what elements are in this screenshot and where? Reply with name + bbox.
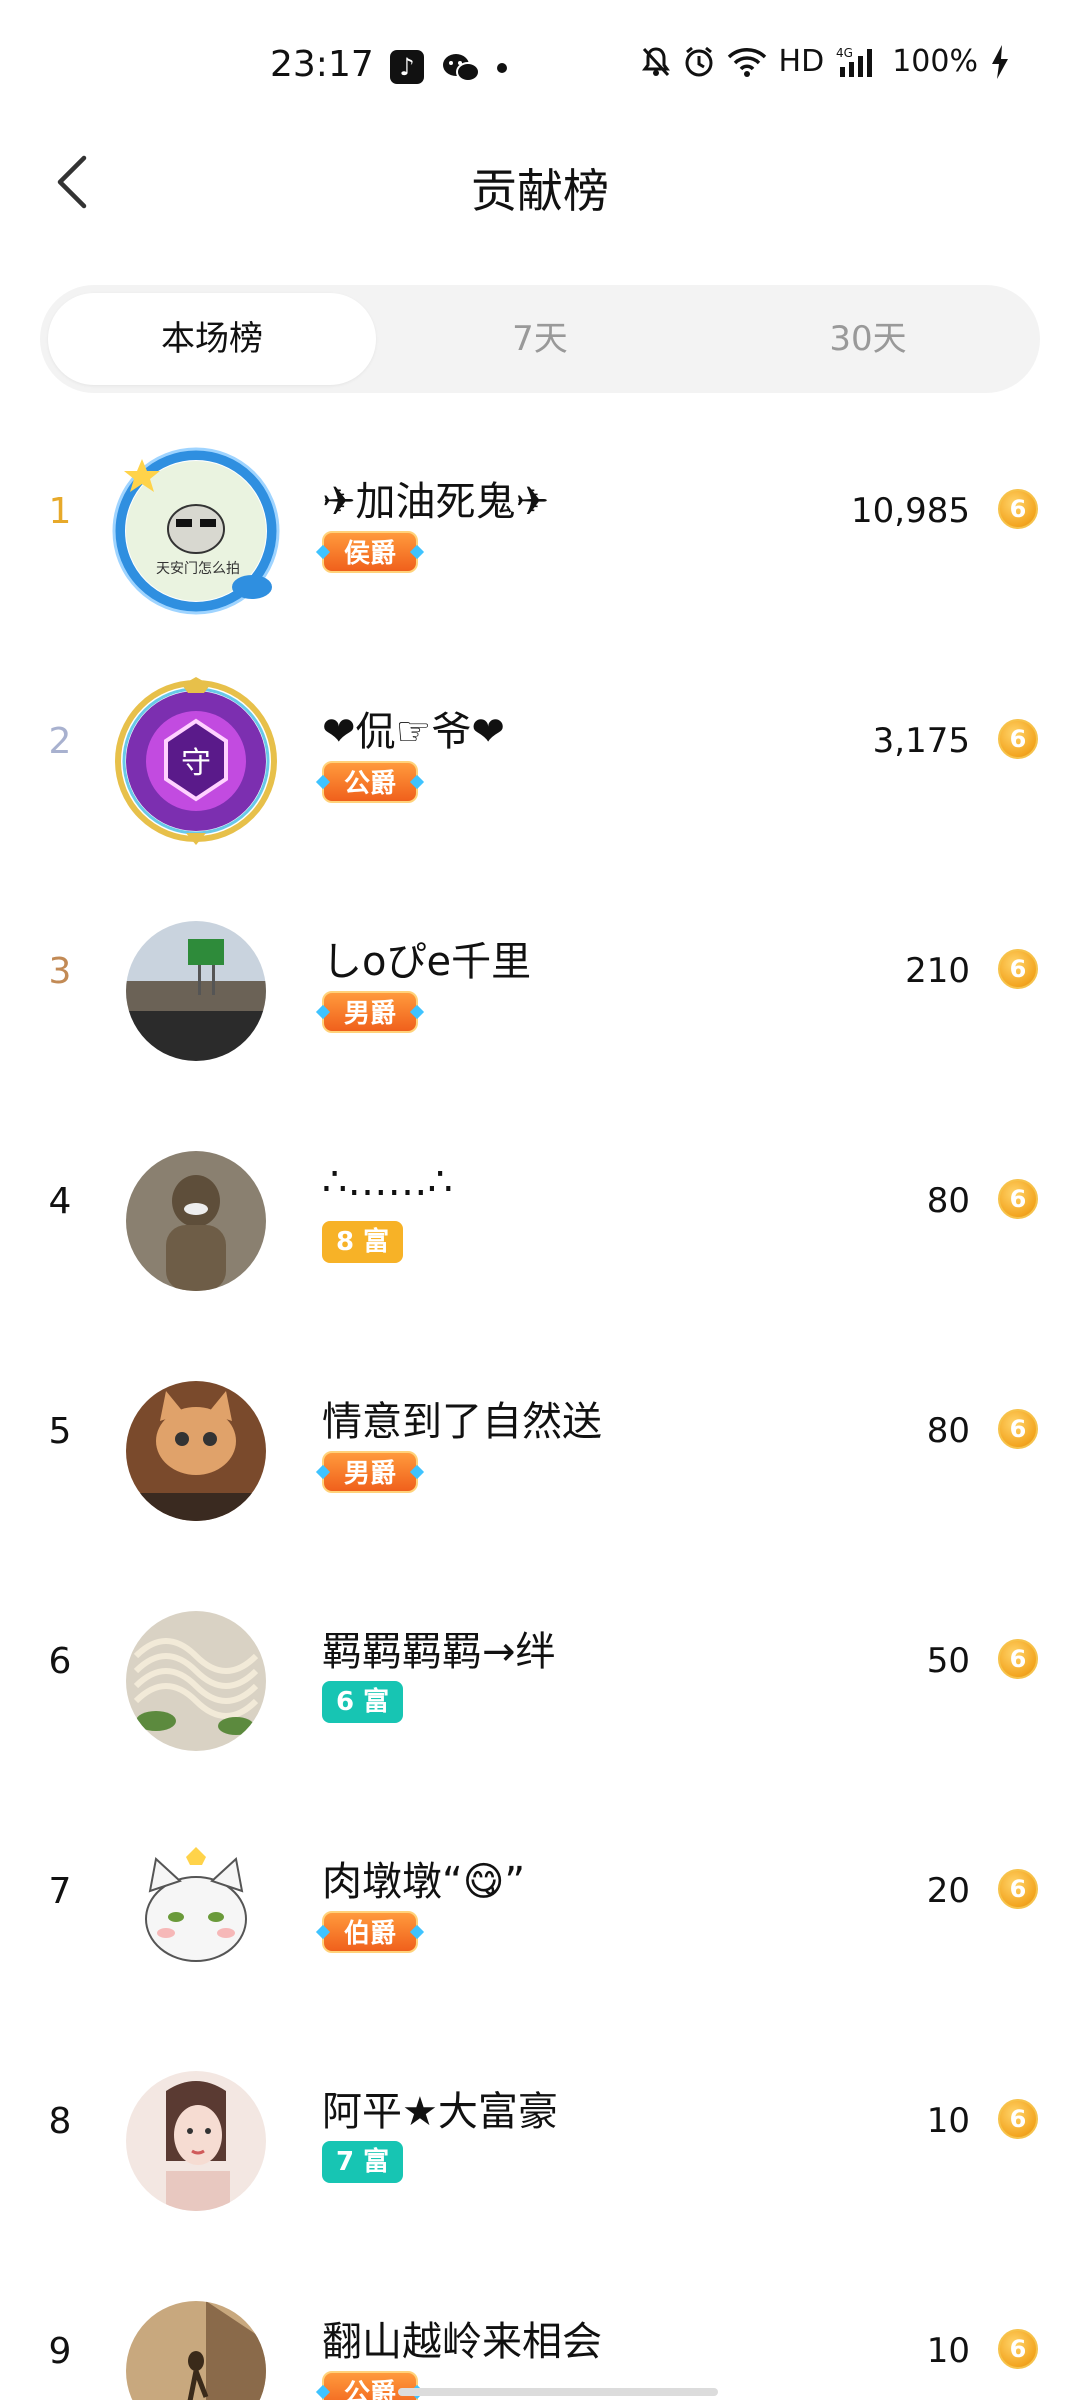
ranking-row[interactable]: 3 しoぴe千里 男爵 210 6 (0, 871, 1080, 1071)
contribution-score: 80 (926, 1411, 970, 1451)
status-right-group: HD 4G 100% (641, 44, 1010, 79)
status-bar: 23:17 ♪ HD 4G 100% (0, 0, 1080, 130)
mute-icon (641, 46, 671, 78)
ranking-row[interactable]: 6 羁羁羁羁→绊 6 富 50 6 (0, 1561, 1080, 1761)
noble-badge: 侯爵 (322, 531, 419, 573)
user-name: ∴……∴ (322, 1159, 453, 1205)
wechat-icon (442, 52, 480, 86)
notification-dot-icon (497, 63, 507, 73)
contribution-score: 80 (926, 1181, 970, 1221)
ranking-row[interactable]: 1 天安门怎么拍 ✈加油死鬼✈ 侯爵 10,985 6 (0, 411, 1080, 615)
avatar[interactable] (126, 1381, 266, 1521)
user-name: 情意到了自然送 (322, 1399, 602, 1445)
user-name: ❤侃☞爷❤ (322, 709, 505, 755)
rank-number: 5 (48, 1411, 72, 1452)
rank-number: 4 (48, 1181, 72, 1222)
tiktok-icon: ♪ (390, 50, 424, 84)
wealth-level-badge: 6 富 (322, 1681, 404, 1723)
period-tabs: 本场榜 7天 30天 (40, 285, 1040, 393)
coin-icon: 6 (998, 489, 1038, 529)
noble-badge: 男爵 (322, 991, 419, 1033)
ranking-row[interactable]: 5 情意到了自然送 男爵 80 6 (0, 1331, 1080, 1531)
tab-this-session[interactable]: 本场榜 (48, 293, 376, 385)
user-name: 羁羁羁羁→绊 (322, 1629, 556, 1675)
coin-icon: 6 (998, 949, 1038, 989)
avatar[interactable] (126, 1611, 266, 1751)
wifi-icon (727, 47, 767, 77)
contribution-score: 10,985 (851, 491, 970, 531)
contribution-score: 3,175 (872, 721, 970, 761)
user-name: しoぴe千里 (322, 939, 532, 985)
user-name: 阿平★大富豪 (322, 2089, 558, 2135)
avatar[interactable] (126, 1151, 266, 1291)
ranking-row[interactable]: 2 守 ❤侃☞爷❤ 公爵 3,175 6 (0, 641, 1080, 845)
avatar[interactable] (126, 1841, 266, 1981)
user-name: ✈加油死鬼✈ (322, 479, 550, 525)
avatar[interactable] (126, 921, 266, 1061)
avatar-frame (112, 447, 280, 615)
ranking-row[interactable]: 7 肉墩墩“😋” 伯爵 20 6 (0, 1791, 1080, 1991)
contribution-score: 20 (926, 1871, 970, 1911)
contribution-score: 10 (926, 2101, 970, 2141)
signal-icon: 4G (836, 45, 880, 79)
alarm-icon (683, 46, 715, 78)
rank-number: 2 (48, 721, 72, 762)
contribution-score: 10 (926, 2331, 970, 2371)
rank-number: 8 (48, 2101, 72, 2142)
home-indicator[interactable] (398, 2388, 718, 2396)
noble-badge: 男爵 (322, 1451, 419, 1493)
avatar[interactable] (126, 2301, 266, 2400)
rank-number: 3 (48, 951, 72, 992)
coin-icon: 6 (998, 2329, 1038, 2369)
hd-label: HD (778, 44, 825, 79)
coin-icon: 6 (998, 2099, 1038, 2139)
tab-7-days[interactable]: 7天 (376, 293, 704, 385)
status-time: 23:17 (270, 44, 374, 85)
contribution-score: 50 (926, 1641, 970, 1681)
page-title: 贡献榜 (471, 164, 609, 218)
coin-icon: 6 (998, 1409, 1038, 1449)
coin-icon: 6 (998, 719, 1038, 759)
ranking-row[interactable]: 9 翻山越岭来相会 公爵 10 6 (0, 2151, 1080, 2400)
coin-icon: 6 (998, 1869, 1038, 1909)
coin-icon: 6 (998, 1639, 1038, 1679)
rank-number: 7 (48, 1871, 72, 1912)
noble-badge: 公爵 (322, 761, 419, 803)
rank-number: 1 (48, 491, 72, 532)
contribution-score: 210 (905, 951, 970, 991)
charging-icon (990, 44, 1010, 79)
noble-badge: 伯爵 (322, 1911, 419, 1953)
svg-text:4G: 4G (836, 46, 853, 60)
tab-30-days[interactable]: 30天 (704, 293, 1032, 385)
rank-number: 9 (48, 2331, 72, 2372)
battery-level: 100% (892, 44, 978, 79)
avatar-frame (115, 677, 277, 845)
coin-icon: 6 (998, 1179, 1038, 1219)
rank-number: 6 (48, 1641, 72, 1682)
ranking-row[interactable]: 4 ∴……∴ 8 富 80 6 (0, 1101, 1080, 1301)
user-name: 翻山越岭来相会 (322, 2319, 602, 2365)
wealth-level-badge: 8 富 (322, 1221, 404, 1263)
user-name: 肉墩墩“😋” (322, 1859, 526, 1905)
